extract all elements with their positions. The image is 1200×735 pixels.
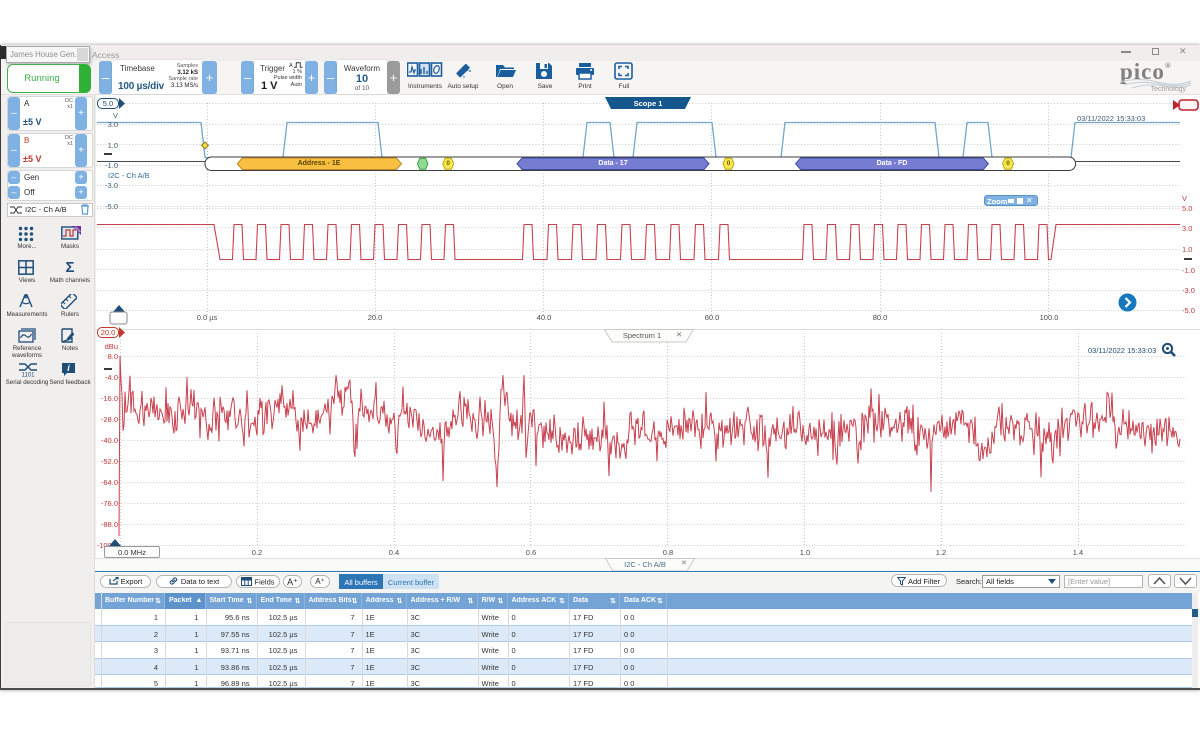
svg-text:1101: 1101 xyxy=(22,373,36,378)
